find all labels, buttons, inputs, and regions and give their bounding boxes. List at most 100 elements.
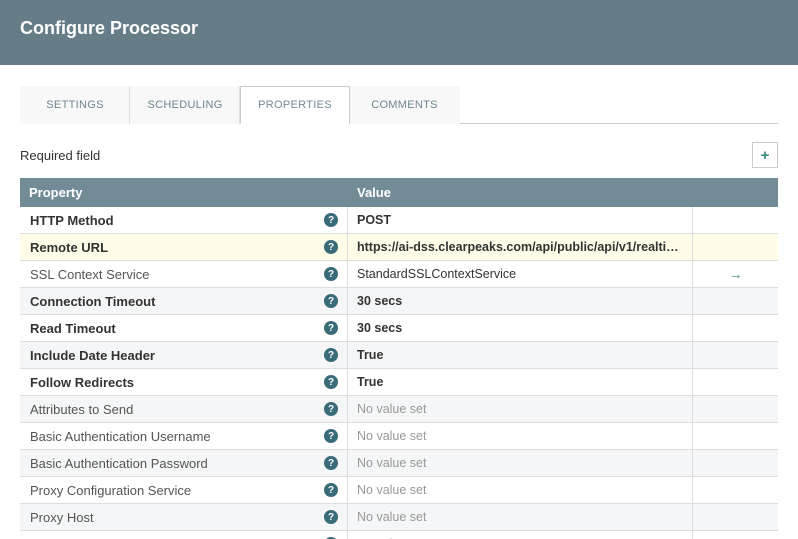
table-row[interactable]: Attributes to Send? No value set bbox=[20, 396, 778, 423]
table-body: HTTP Method? POST Remote URL? https://ai-ds… bbox=[20, 207, 778, 539]
table-row[interactable]: HTTP Method? POST bbox=[20, 207, 778, 234]
action-cell bbox=[693, 288, 778, 314]
value-text: No value set bbox=[357, 456, 683, 470]
property-name: Proxy Configuration Service bbox=[30, 483, 191, 498]
add-property-button[interactable]: + bbox=[752, 142, 778, 168]
value-text: True bbox=[357, 348, 683, 362]
property-cell: Proxy Host? bbox=[20, 504, 348, 530]
value-cell[interactable]: POST bbox=[348, 207, 693, 233]
table-row[interactable]: Follow Redirects? True bbox=[20, 369, 778, 396]
property-name: Connection Timeout bbox=[30, 294, 155, 309]
value-text: StandardSSLContextService bbox=[357, 267, 683, 281]
tab-comments[interactable]: COMMENTS bbox=[350, 86, 460, 124]
action-cell: → bbox=[693, 261, 778, 287]
action-cell bbox=[693, 477, 778, 503]
value-text: True bbox=[357, 375, 683, 389]
property-name: HTTP Method bbox=[30, 213, 114, 228]
dialog-header: Configure Processor bbox=[0, 0, 798, 65]
property-cell: SSL Context Service? bbox=[20, 261, 348, 287]
help-icon[interactable]: ? bbox=[324, 456, 338, 470]
help-icon[interactable]: ? bbox=[324, 267, 338, 281]
property-name: SSL Context Service bbox=[30, 267, 149, 282]
table-row[interactable]: Read Timeout? 30 secs bbox=[20, 315, 778, 342]
table-row[interactable]: Connection Timeout? 30 secs bbox=[20, 288, 778, 315]
help-icon[interactable]: ? bbox=[324, 213, 338, 227]
help-icon[interactable]: ? bbox=[324, 510, 338, 524]
value-cell[interactable]: No value set bbox=[348, 423, 693, 449]
value-text: No value set bbox=[357, 402, 683, 416]
dialog-content: SETTINGSSCHEDULINGPROPERTIESCOMMENTS Req… bbox=[0, 65, 798, 539]
value-cell[interactable]: True bbox=[348, 342, 693, 368]
value-cell[interactable]: https://ai-dss.clearpeaks.com/api/public… bbox=[348, 234, 693, 260]
help-icon[interactable]: ? bbox=[324, 294, 338, 308]
action-cell bbox=[693, 423, 778, 449]
table-row[interactable]: SSL Context Service? StandardSSLContextSe… bbox=[20, 261, 778, 288]
action-cell bbox=[693, 234, 778, 260]
help-icon[interactable]: ? bbox=[324, 483, 338, 497]
property-cell: Include Date Header? bbox=[20, 342, 348, 368]
goto-arrow-icon[interactable]: → bbox=[729, 266, 743, 282]
value-cell[interactable]: True bbox=[348, 369, 693, 395]
property-name: Remote URL bbox=[30, 240, 108, 255]
tab-properties[interactable]: PROPERTIES bbox=[240, 86, 350, 124]
property-cell: Connection Timeout? bbox=[20, 288, 348, 314]
action-cell bbox=[693, 531, 778, 539]
property-name: Follow Redirects bbox=[30, 375, 134, 390]
action-cell bbox=[693, 342, 778, 368]
property-cell: Follow Redirects? bbox=[20, 369, 348, 395]
value-text: 30 secs bbox=[357, 294, 683, 308]
tab-settings[interactable]: SETTINGS bbox=[20, 86, 130, 124]
value-cell[interactable]: No value set bbox=[348, 396, 693, 422]
table-row[interactable]: Basic Authentication Password? No value s… bbox=[20, 450, 778, 477]
action-cell bbox=[693, 450, 778, 476]
property-cell: Proxy Configuration Service? bbox=[20, 477, 348, 503]
column-header-action bbox=[693, 178, 778, 207]
property-cell: Basic Authentication Username? bbox=[20, 423, 348, 449]
property-cell: Read Timeout? bbox=[20, 315, 348, 341]
help-icon[interactable]: ? bbox=[324, 240, 338, 254]
column-header-property: Property bbox=[20, 178, 348, 207]
property-cell: Attributes to Send? bbox=[20, 396, 348, 422]
value-text: POST bbox=[357, 213, 683, 227]
action-cell bbox=[693, 315, 778, 341]
value-cell[interactable]: 30 secs bbox=[348, 288, 693, 314]
property-name: Include Date Header bbox=[30, 348, 155, 363]
table-row[interactable]: Proxy Host? No value set bbox=[20, 504, 778, 531]
property-name: Basic Authentication Username bbox=[30, 429, 211, 444]
table-row[interactable]: Proxy Port?No value set bbox=[20, 531, 778, 539]
required-field-label: Required field bbox=[20, 148, 100, 163]
help-icon[interactable]: ? bbox=[324, 402, 338, 416]
property-name: Read Timeout bbox=[30, 321, 116, 336]
property-name: Proxy Host bbox=[30, 510, 94, 525]
value-cell[interactable]: No value set bbox=[348, 531, 693, 539]
property-cell: Basic Authentication Password? bbox=[20, 450, 348, 476]
table-row[interactable]: Basic Authentication Username? No value s… bbox=[20, 423, 778, 450]
plus-icon: + bbox=[761, 147, 770, 164]
table-header-row: Property Value bbox=[20, 178, 778, 207]
help-icon[interactable]: ? bbox=[324, 348, 338, 362]
action-cell bbox=[693, 369, 778, 395]
value-text: No value set bbox=[357, 483, 683, 497]
help-icon[interactable]: ? bbox=[324, 429, 338, 443]
table-row[interactable]: Proxy Configuration Service? No value set bbox=[20, 477, 778, 504]
tab-scheduling[interactable]: SCHEDULING bbox=[130, 86, 240, 124]
value-cell[interactable]: No value set bbox=[348, 450, 693, 476]
value-text: No value set bbox=[357, 510, 683, 524]
value-text: 30 secs bbox=[357, 321, 683, 335]
subheader: Required field + bbox=[20, 142, 778, 168]
help-icon[interactable]: ? bbox=[324, 321, 338, 335]
value-cell[interactable]: No value set bbox=[348, 504, 693, 530]
value-text: No value set bbox=[357, 429, 683, 443]
property-cell: Remote URL? bbox=[20, 234, 348, 260]
table-row[interactable]: Remote URL? https://ai-dss.clearpeaks.com… bbox=[20, 234, 778, 261]
help-icon[interactable]: ? bbox=[324, 375, 338, 389]
action-cell bbox=[693, 504, 778, 530]
value-text: https://ai-dss.clearpeaks.com/api/public… bbox=[357, 240, 683, 254]
value-cell[interactable]: 30 secs bbox=[348, 315, 693, 341]
table-row[interactable]: Include Date Header? True bbox=[20, 342, 778, 369]
tab-bar: SETTINGSSCHEDULINGPROPERTIESCOMMENTS bbox=[20, 85, 778, 124]
value-cell[interactable]: StandardSSLContextService bbox=[348, 261, 693, 287]
value-cell[interactable]: No value set bbox=[348, 477, 693, 503]
action-cell bbox=[693, 207, 778, 233]
table-scroll-area[interactable]: HTTP Method? POST Remote URL? https://ai-ds… bbox=[20, 207, 778, 539]
